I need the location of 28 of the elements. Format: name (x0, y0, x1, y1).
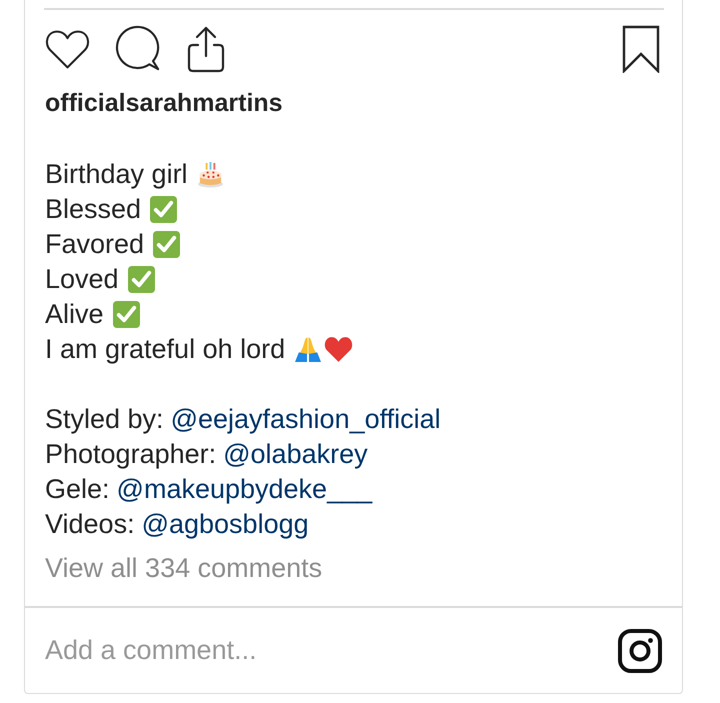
caption-line: Loved (45, 263, 119, 296)
mention-link[interactable]: @agbosblogg (142, 507, 309, 542)
mention-link[interactable]: @eejayfashion_official (170, 402, 441, 437)
mention-link[interactable]: @olabakrey (223, 437, 368, 472)
checkmark-icon (128, 266, 155, 293)
credit-label: Photographer: (45, 438, 216, 471)
caption-line: I am grateful oh lord (45, 333, 286, 366)
cake-icon (196, 161, 224, 188)
caption-line: Blessed (45, 193, 142, 226)
credit-label: Videos: (45, 508, 135, 541)
checkmark-icon (150, 196, 178, 223)
camera-icon[interactable] (618, 628, 662, 672)
mention-link[interactable]: @makeupbydeke___ (116, 472, 372, 507)
heart-icon[interactable] (44, 28, 91, 71)
bookmark-icon[interactable] (622, 25, 660, 73)
praying-hands-icon (294, 336, 322, 363)
heart-icon (324, 336, 354, 363)
caption-line: Alive (45, 298, 104, 331)
checkmark-icon (112, 301, 140, 328)
caption-line: Favored (45, 228, 144, 261)
credit-label: Gele: (45, 473, 110, 506)
username[interactable]: officialsarahmartins (45, 88, 283, 118)
comment-input[interactable]: Add a comment... (45, 628, 606, 672)
checkmark-icon (153, 231, 180, 258)
caption-line: Birthday girl (45, 158, 188, 191)
comment-icon[interactable] (114, 25, 161, 72)
credit-label: Styled by: (45, 403, 164, 436)
share-icon[interactable] (185, 25, 227, 73)
